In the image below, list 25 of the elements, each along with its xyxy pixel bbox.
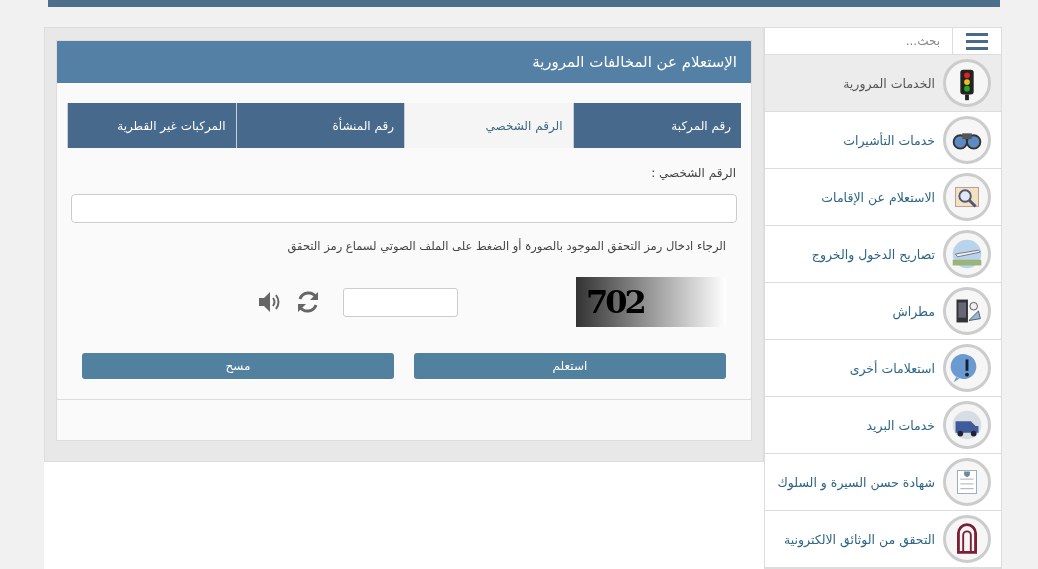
tab[interactable]: رقم المنشأة — [235, 103, 404, 148]
service-icon — [943, 515, 991, 563]
service-icon — [943, 287, 991, 335]
sidebar-item[interactable]: الخدمات المرورية — [765, 55, 1001, 112]
tab[interactable]: المركبات غير القطرية — [67, 103, 236, 148]
panel-title: الإستعلام عن المخالفات المرورية — [57, 41, 751, 83]
captcha-image: 702 — [576, 277, 726, 327]
refresh-icon — [295, 289, 321, 315]
service-icon — [943, 401, 991, 449]
service-icon — [943, 344, 991, 392]
service-icon — [943, 230, 991, 278]
captcha-field[interactable] — [343, 287, 458, 317]
refresh-button[interactable] — [295, 289, 321, 315]
service-icon — [943, 458, 991, 506]
captcha-hint: الرجاء ادخال رمز التحقق الموجود بالصورة أو الضغط على الملف الصوتي لسماع رمز التحقق — [286, 239, 726, 253]
service-icon — [943, 173, 991, 221]
menu-icon — [966, 32, 988, 50]
form-button[interactable]: استعلم — [414, 353, 726, 379]
service-icon — [943, 59, 991, 107]
form-button[interactable]: مسح — [82, 353, 394, 379]
service-icon — [943, 116, 991, 164]
tab[interactable]: رقم المركبة — [572, 103, 741, 148]
tab[interactable]: الرقم الشخصي — [404, 103, 573, 148]
field-label: الرقم الشخصي : — [650, 166, 736, 180]
personal-number-field[interactable] — [71, 194, 737, 223]
